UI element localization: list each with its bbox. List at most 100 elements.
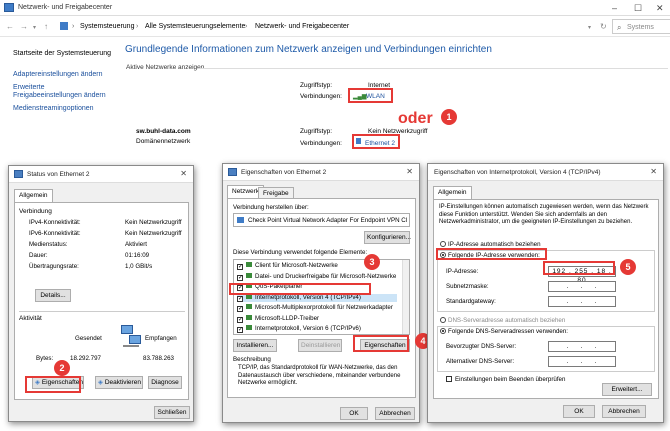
checkbox-checked-icon[interactable]: ✓: [237, 327, 243, 333]
tab-general[interactable]: Allgemein: [433, 186, 472, 199]
ok-button[interactable]: OK: [563, 405, 595, 418]
auto-ip-radio[interactable]: IP-Adresse automatisch beziehen: [440, 241, 541, 248]
auto-dns-radio[interactable]: DNS-Serveradresse automatisch beziehen: [440, 317, 565, 324]
sidebar-item-adapter-settings[interactable]: Adaptereinstellungen ändern: [13, 71, 103, 78]
ipv4-dialog-titlebar: Eigenschaften von Internetprotokoll, Ver…: [428, 164, 663, 181]
close-icon[interactable]: ✕: [656, 3, 664, 14]
recent-chevron-icon[interactable]: ▾: [33, 24, 36, 31]
oder-annotation: oder: [398, 110, 433, 127]
maximize-icon[interactable]: ☐: [634, 3, 642, 14]
search-box[interactable]: ⌕ Systems: [612, 19, 670, 34]
window-title: Netzwerk- und Freigabecenter: [18, 4, 113, 11]
auto-dns-label: DNS-Serveradresse automatisch beziehen: [448, 317, 566, 324]
component-icon: [246, 272, 252, 278]
cancel-button[interactable]: Abbrechen: [375, 407, 415, 420]
wlan-link[interactable]: WLAN: [366, 93, 385, 100]
page-title: Grundlegende Informationen zum Netzwerk …: [125, 44, 492, 55]
breadcrumb-item[interactable]: Alle Systemsteuerungselemente: [145, 23, 245, 30]
list-item[interactable]: ✓ Internetprotokoll, Version 6 (TCP/IPv6): [237, 325, 361, 333]
forward-arrow-icon[interactable]: →: [20, 22, 28, 31]
checkbox-checked-icon[interactable]: ✓: [237, 274, 243, 281]
disable-button-label: Deaktivieren: [104, 379, 141, 386]
alternate-dns-label: Alternativer DNS-Server:: [446, 358, 515, 365]
items-label: Diese Verbindung verwendet folgende Elem…: [233, 249, 368, 256]
tab-general[interactable]: Allgemein: [14, 189, 53, 202]
ethernet-icon: [228, 168, 237, 176]
properties-highlight: [25, 376, 81, 393]
adapter-name: Check Point Virtual Network Adapter For …: [248, 217, 408, 224]
back-arrow-icon[interactable]: ←: [6, 22, 14, 31]
ip-address-highlight: [543, 261, 615, 275]
sidebar-item-media-streaming[interactable]: Medienstreamingoptionen: [13, 105, 94, 112]
refresh-icon[interactable]: ↻: [600, 22, 607, 31]
diagnose-button[interactable]: Diagnose: [148, 376, 182, 389]
group-connection: Verbindung: [19, 208, 52, 215]
breadcrumb-separator-icon: ›: [245, 23, 248, 30]
list-scrollbar[interactable]: [402, 260, 409, 334]
intro-text: IP-Einstellungen können automatisch zuge…: [439, 204, 649, 226]
connect-using-label: Verbindung herstellen über:: [233, 204, 309, 211]
address-dropdown-icon[interactable]: ▾: [588, 24, 591, 31]
sidebar-item-advanced-sharing[interactable]: Erweiterte Freigabeeinstellungen ändern: [13, 84, 108, 100]
breadcrumb-separator-icon: ›: [72, 23, 75, 30]
subnet-mask-label: Subnetzmaske:: [446, 283, 489, 290]
breadcrumb-item[interactable]: Netzwerk- und Freigabecenter: [255, 23, 349, 30]
uninstall-button[interactable]: Deinstallieren: [298, 339, 342, 352]
close-icon[interactable]: ✕: [406, 167, 413, 176]
adapter-field: Check Point Virtual Network Adapter For …: [233, 213, 410, 227]
search-placeholder: Systems: [627, 24, 654, 31]
validate-checkbox[interactable]: Einstellungen beim Beenden überprüfen: [446, 376, 565, 383]
breadcrumb-item[interactable]: Systemsteuerung: [80, 23, 134, 30]
install-button[interactable]: Installieren...: [233, 339, 277, 352]
list-item-label: Client für Microsoft-Netzwerke: [255, 262, 338, 269]
checkbox-icon: [446, 376, 452, 382]
breadcrumb-separator-icon: ›: [136, 23, 139, 30]
list-item[interactable]: ✓ Microsoft-LLDP-Treiber: [237, 314, 319, 323]
ok-button[interactable]: OK: [340, 407, 368, 420]
alternate-dns-input[interactable]: . . .: [548, 356, 616, 367]
ipv4-dialog: Eigenschaften von Internetprotokoll, Ver…: [427, 163, 664, 423]
status-panel: Verbindung IPv4-Konnektivität: Kein Netzw…: [14, 202, 189, 400]
close-icon[interactable]: ✕: [650, 167, 657, 176]
bytes-sent-value: 18.292.797: [70, 355, 101, 362]
bytes-received-value: 83.788.263: [143, 355, 174, 362]
checkbox-checked-icon[interactable]: ✓: [237, 295, 243, 302]
disable-button[interactable]: ◈ Deaktivieren: [95, 376, 143, 389]
list-item[interactable]: ✓ Client für Microsoft-Netzwerke: [237, 262, 338, 270]
subnet-mask-input[interactable]: . . .: [548, 281, 616, 292]
close-button[interactable]: Schließen: [154, 406, 190, 419]
component-icon: [246, 262, 252, 267]
list-item[interactable]: ✓ Microsoft-Multiplexorprotokoll für Netz…: [237, 304, 393, 312]
checkbox-checked-icon[interactable]: ✓: [237, 264, 243, 270]
cancel-button[interactable]: Abbrechen: [602, 405, 646, 418]
components-list[interactable]: ✓ Client für Microsoft-Netzwerke ✓ Datei- u…: [233, 259, 410, 335]
list-item[interactable]: ✓ Datei- und Druckerfreigabe für Microsof…: [237, 272, 397, 281]
preferred-dns-input[interactable]: . . .: [548, 341, 616, 352]
checkbox-checked-icon[interactable]: ✓: [237, 306, 243, 312]
manual-ip-highlight: [436, 248, 547, 260]
properties-dialog-titlebar: Eigenschaften von Ethernet 2 ✕: [223, 164, 419, 181]
network-name: sw.buhl-data.com: [136, 128, 191, 135]
manual-dns-radio[interactable]: Folgende DNS-Serveradressen verwenden:: [440, 328, 568, 335]
validate-label: Einstellungen beim Beenden überprüfen: [455, 376, 566, 383]
checkbox-checked-icon[interactable]: ✓: [237, 316, 243, 323]
details-button[interactable]: Details...: [35, 289, 71, 302]
search-icon: ⌕: [617, 23, 622, 32]
shield-icon: ◈: [98, 379, 103, 386]
minimize-icon[interactable]: –: [612, 3, 617, 13]
gateway-label: Standardgateway:: [446, 298, 496, 305]
ip-address-label: IP-Adresse:: [446, 268, 479, 275]
list-item-label: Datei- und Druckerfreigabe für Microsoft…: [255, 272, 397, 280]
ethernet-icon: [14, 170, 23, 178]
up-arrow-icon[interactable]: ↑: [44, 22, 48, 31]
radio-icon: [440, 317, 446, 323]
sidebar-item-home[interactable]: Startseite der Systemsteuerung: [13, 50, 111, 57]
wifi-signal-icon: ▂▄▆: [353, 94, 367, 100]
advanced-button[interactable]: Erweitert...: [602, 383, 652, 396]
gateway-input[interactable]: . . .: [548, 296, 616, 307]
connections-label: Verbindungen:: [300, 140, 342, 147]
configure-button[interactable]: Konfigurieren...: [364, 231, 411, 244]
ethernet-2-link[interactable]: Ethernet 2: [365, 140, 395, 147]
radio-icon: [440, 241, 446, 247]
close-icon[interactable]: ✕: [180, 169, 187, 178]
